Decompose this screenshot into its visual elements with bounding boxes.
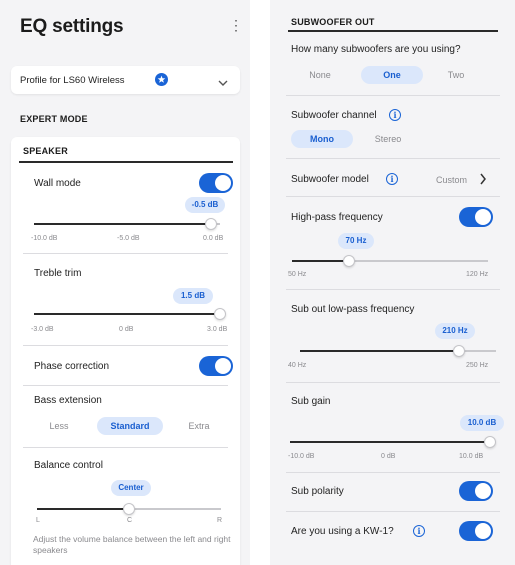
slider-knob[interactable] <box>342 255 355 267</box>
kw1-label: Are you using a KW-1? <box>291 526 394 537</box>
divider <box>23 253 228 254</box>
low-pass-tick-max: 250 Hz <box>466 362 489 369</box>
star-icon <box>155 73 168 86</box>
wall-mode-value: -0.5 dB <box>185 197 225 213</box>
divider <box>23 345 228 346</box>
slider-knob[interactable] <box>204 218 217 230</box>
slider-fill <box>37 508 129 510</box>
high-pass-value: 70 Hz <box>338 233 374 249</box>
subwoofer-count-one[interactable]: One <box>361 66 423 84</box>
balance-control-hint: Adjust the volume balance between the le… <box>33 534 231 555</box>
low-pass-value: 210 Hz <box>435 323 475 339</box>
balance-control-label: Balance control <box>34 460 103 471</box>
treble-trim-label: Treble trim <box>34 268 82 279</box>
slider-knob[interactable] <box>214 308 226 320</box>
info-icon[interactable]: i <box>413 525 425 537</box>
balance-tick-center: C <box>127 517 133 524</box>
bass-extension-option-standard[interactable]: Standard <box>97 417 163 435</box>
subwoofer-channel-label: Subwoofer channel <box>291 110 377 121</box>
speaker-card: SPEAKER Wall mode -0.5 dB -10.0 dB -5.0 … <box>11 137 240 565</box>
high-pass-toggle[interactable] <box>459 207 493 227</box>
more-options-icon[interactable]: ⋮ <box>229 18 243 32</box>
divider <box>286 511 500 512</box>
expert-mode-heading: EXPERT MODE <box>20 114 88 124</box>
channel-option-stereo[interactable]: Stereo <box>366 130 410 148</box>
wall-mode-toggle[interactable] <box>199 173 233 193</box>
slider-knob[interactable] <box>484 436 496 448</box>
subwoofer-count-two[interactable]: Two <box>436 66 476 84</box>
divider <box>286 158 500 159</box>
low-pass-tick-min: 40 Hz <box>288 362 307 369</box>
divider <box>23 447 228 448</box>
divider <box>286 196 500 197</box>
chevron-down-icon <box>217 75 229 93</box>
subwoofer-panel: SUBWOOFER OUT How many subwoofers are yo… <box>270 0 515 565</box>
high-pass-tick-max: 120 Hz <box>466 271 489 278</box>
bass-extension-option-less[interactable]: Less <box>41 417 77 435</box>
subwoofer-model-label: Subwoofer model <box>291 174 369 185</box>
info-icon[interactable]: i <box>389 109 401 121</box>
treble-trim-tick-max: 3.0 dB <box>207 326 228 333</box>
heading-underline <box>19 161 233 163</box>
sub-gain-tick-max: 10.0 dB <box>459 453 484 460</box>
sub-polarity-label: Sub polarity <box>291 486 344 497</box>
wall-mode-tick-max: 0.0 dB <box>203 235 224 242</box>
divider <box>286 95 500 96</box>
bass-extension-option-extra[interactable]: Extra <box>181 417 217 435</box>
wall-mode-tick-min: -10.0 dB <box>31 235 58 242</box>
sub-gain-value: 10.0 dB <box>460 415 504 431</box>
phase-correction-toggle[interactable] <box>199 356 233 376</box>
chevron-right-icon[interactable] <box>479 172 487 191</box>
subwoofer-model-value[interactable]: Custom <box>436 175 467 185</box>
divider <box>23 385 228 386</box>
subwoofer-count-none[interactable]: None <box>300 66 340 84</box>
sub-gain-tick-mid: 0 dB <box>381 453 396 460</box>
channel-option-mono[interactable]: Mono <box>291 130 353 148</box>
wall-mode-label: Wall mode <box>34 178 81 189</box>
slider-knob[interactable] <box>123 503 135 515</box>
low-pass-frequency-label: Sub out low-pass frequency <box>291 304 415 315</box>
balance-tick-right: R <box>217 517 223 524</box>
sub-gain-tick-min: -10.0 dB <box>288 453 315 460</box>
phase-correction-label: Phase correction <box>34 361 110 372</box>
slider-knob[interactable] <box>452 345 465 357</box>
treble-trim-tick-mid: 0 dB <box>119 326 134 333</box>
slider-fill <box>290 441 490 443</box>
slider-fill <box>34 313 220 315</box>
slider-fill <box>34 223 211 225</box>
divider <box>286 382 500 383</box>
profile-label: Profile for LS60 Wireless <box>20 75 125 86</box>
divider <box>286 289 500 290</box>
page-title: EQ settings <box>20 16 124 37</box>
eq-settings-panel: EQ settings ⋮ Profile for LS60 Wireless … <box>0 0 250 565</box>
high-pass-frequency-label: High-pass frequency <box>291 212 383 223</box>
bass-extension-label: Bass extension <box>34 395 102 406</box>
sub-gain-label: Sub gain <box>291 396 331 407</box>
slider-fill <box>300 350 459 352</box>
speaker-heading: SPEAKER <box>23 146 68 156</box>
how-many-subwoofers-label: How many subwoofers are you using? <box>291 44 461 55</box>
sub-polarity-toggle[interactable] <box>459 481 493 501</box>
info-icon[interactable]: i <box>386 173 398 185</box>
profile-selector[interactable]: Profile for LS60 Wireless <box>11 66 240 94</box>
balance-control-value: Center <box>111 480 151 496</box>
high-pass-tick-min: 50 Hz <box>288 271 307 278</box>
slider-fill <box>292 260 349 262</box>
wall-mode-tick-mid: -5.0 dB <box>117 235 140 242</box>
kw1-toggle[interactable] <box>459 521 493 541</box>
subwoofer-out-heading: SUBWOOFER OUT <box>291 17 375 27</box>
treble-trim-tick-min: -3.0 dB <box>31 326 54 333</box>
balance-tick-left: L <box>36 517 40 524</box>
treble-trim-value: 1.5 dB <box>173 288 213 304</box>
heading-underline <box>288 30 498 32</box>
divider <box>286 472 500 473</box>
